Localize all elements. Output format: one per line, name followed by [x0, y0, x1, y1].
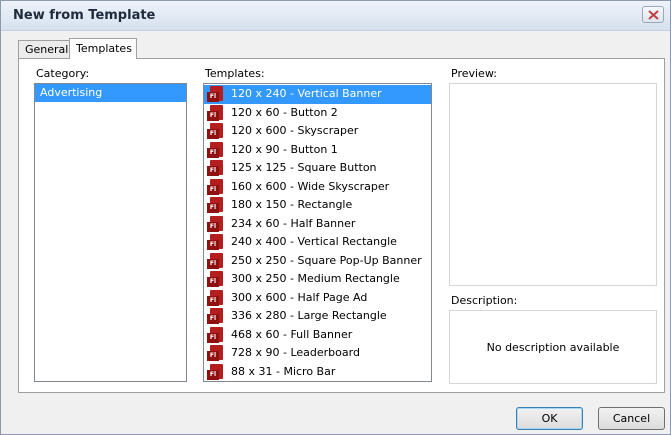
template-item-label: 120 x 600 - Skyscraper	[231, 124, 359, 137]
preview-label: Preview:	[451, 67, 497, 80]
template-item-label: 336 x 280 - Large Rectangle	[231, 309, 387, 322]
template-item-label: 300 x 250 - Medium Rectangle	[231, 272, 400, 285]
template-item[interactable]: Fl 160 x 600 - Wide Skyscraper	[204, 178, 431, 197]
description-text: No description available	[486, 340, 620, 354]
category-label: Category:	[36, 67, 90, 80]
template-item-label: 125 x 125 - Square Button	[231, 161, 377, 174]
flash-file-icon: Fl	[207, 178, 225, 196]
template-item-label: 120 x 240 - Vertical Banner	[231, 87, 382, 100]
template-item-label: 88 x 31 - Micro Bar	[231, 364, 336, 378]
close-icon	[648, 10, 659, 20]
templates-list[interactable]: Fl 120 x 240 - Vertical Banner Fl 120 x 60 …	[203, 83, 432, 382]
template-item-label: 120 x 60 - Button 2	[231, 105, 338, 119]
template-item[interactable]: Fl 120 x 240 - Vertical Banner	[204, 85, 431, 104]
template-item[interactable]: Fl 234 x 60 - Half Banner	[204, 215, 431, 234]
flash-file-icon: Fl	[207, 234, 225, 251]
flash-file-icon: Fl	[207, 308, 225, 325]
template-item[interactable]: Fl 336 x 280 - Large Rectangle	[204, 307, 431, 326]
flash-file-icon: Fl	[207, 289, 225, 307]
template-item[interactable]: Fl 180 x 150 - Rectangle	[204, 196, 431, 215]
description-label: Description:	[451, 294, 518, 307]
template-item-label: 160 x 600 - Wide Skyscraper	[231, 179, 390, 193]
template-item[interactable]: Fl 88 x 31 - Micro Bar	[204, 363, 431, 382]
template-item[interactable]: Fl 250 x 250 - Square Pop-Up Banner	[204, 252, 431, 271]
template-item[interactable]: Fl 728 x 90 - Leaderboard	[204, 344, 431, 363]
tab-templates[interactable]: Templates	[69, 38, 137, 59]
template-item[interactable]: Fl 240 x 400 - Vertical Rectangle	[204, 233, 431, 252]
ok-button[interactable]: OK	[516, 407, 583, 430]
flash-file-icon: Fl	[207, 252, 225, 270]
flash-file-icon: Fl	[207, 123, 225, 140]
flash-file-icon: Fl	[207, 345, 225, 362]
category-list[interactable]: Advertising	[34, 83, 187, 382]
templates-label: Templates:	[205, 67, 265, 80]
template-item-label: 234 x 60 - Half Banner	[231, 216, 356, 230]
dialog-title: New from Template	[13, 8, 156, 23]
description-pane: No description available	[449, 310, 657, 384]
template-item[interactable]: Fl 300 x 250 - Medium Rectangle	[204, 270, 431, 289]
flash-file-icon: Fl	[207, 197, 225, 214]
flash-file-icon: Fl	[207, 160, 225, 177]
template-item-label: 120 x 90 - Button 1	[231, 142, 338, 156]
flash-file-icon: Fl	[207, 271, 225, 288]
template-item[interactable]: Fl 468 x 60 - Full Banner	[204, 326, 431, 345]
template-item-label: 300 x 600 - Half Page Ad	[231, 290, 368, 304]
template-item-label: 240 x 400 - Vertical Rectangle	[231, 235, 397, 248]
close-button[interactable]	[642, 6, 664, 23]
flash-file-icon: Fl	[207, 363, 225, 381]
template-item-label: 468 x 60 - Full Banner	[231, 327, 353, 341]
flash-file-icon: Fl	[207, 104, 225, 122]
template-item[interactable]: Fl 120 x 60 - Button 2	[204, 104, 431, 123]
template-item-label: 728 x 90 - Leaderboard	[231, 346, 360, 359]
cancel-button[interactable]: Cancel	[598, 407, 665, 430]
tab-general[interactable]: General	[18, 40, 70, 59]
template-item-label: 250 x 250 - Square Pop-Up Banner	[231, 253, 422, 267]
preview-pane	[449, 83, 657, 286]
template-item[interactable]: Fl 125 x 125 - Square Button	[204, 159, 431, 178]
template-item[interactable]: Fl 300 x 600 - Half Page Ad	[204, 289, 431, 308]
template-item[interactable]: Fl 120 x 90 - Button 1	[204, 141, 431, 160]
category-item[interactable]: Advertising	[35, 84, 186, 102]
title-bar: New from Template	[1, 1, 670, 31]
new-from-template-dialog: New from Template General Templates Cate…	[0, 0, 671, 435]
flash-file-icon: Fl	[207, 141, 225, 159]
template-item[interactable]: Fl 120 x 600 - Skyscraper	[204, 122, 431, 141]
flash-file-icon: Fl	[207, 86, 225, 103]
flash-file-icon: Fl	[207, 326, 225, 344]
template-item-label: 180 x 150 - Rectangle	[231, 198, 353, 211]
flash-file-icon: Fl	[207, 215, 225, 233]
